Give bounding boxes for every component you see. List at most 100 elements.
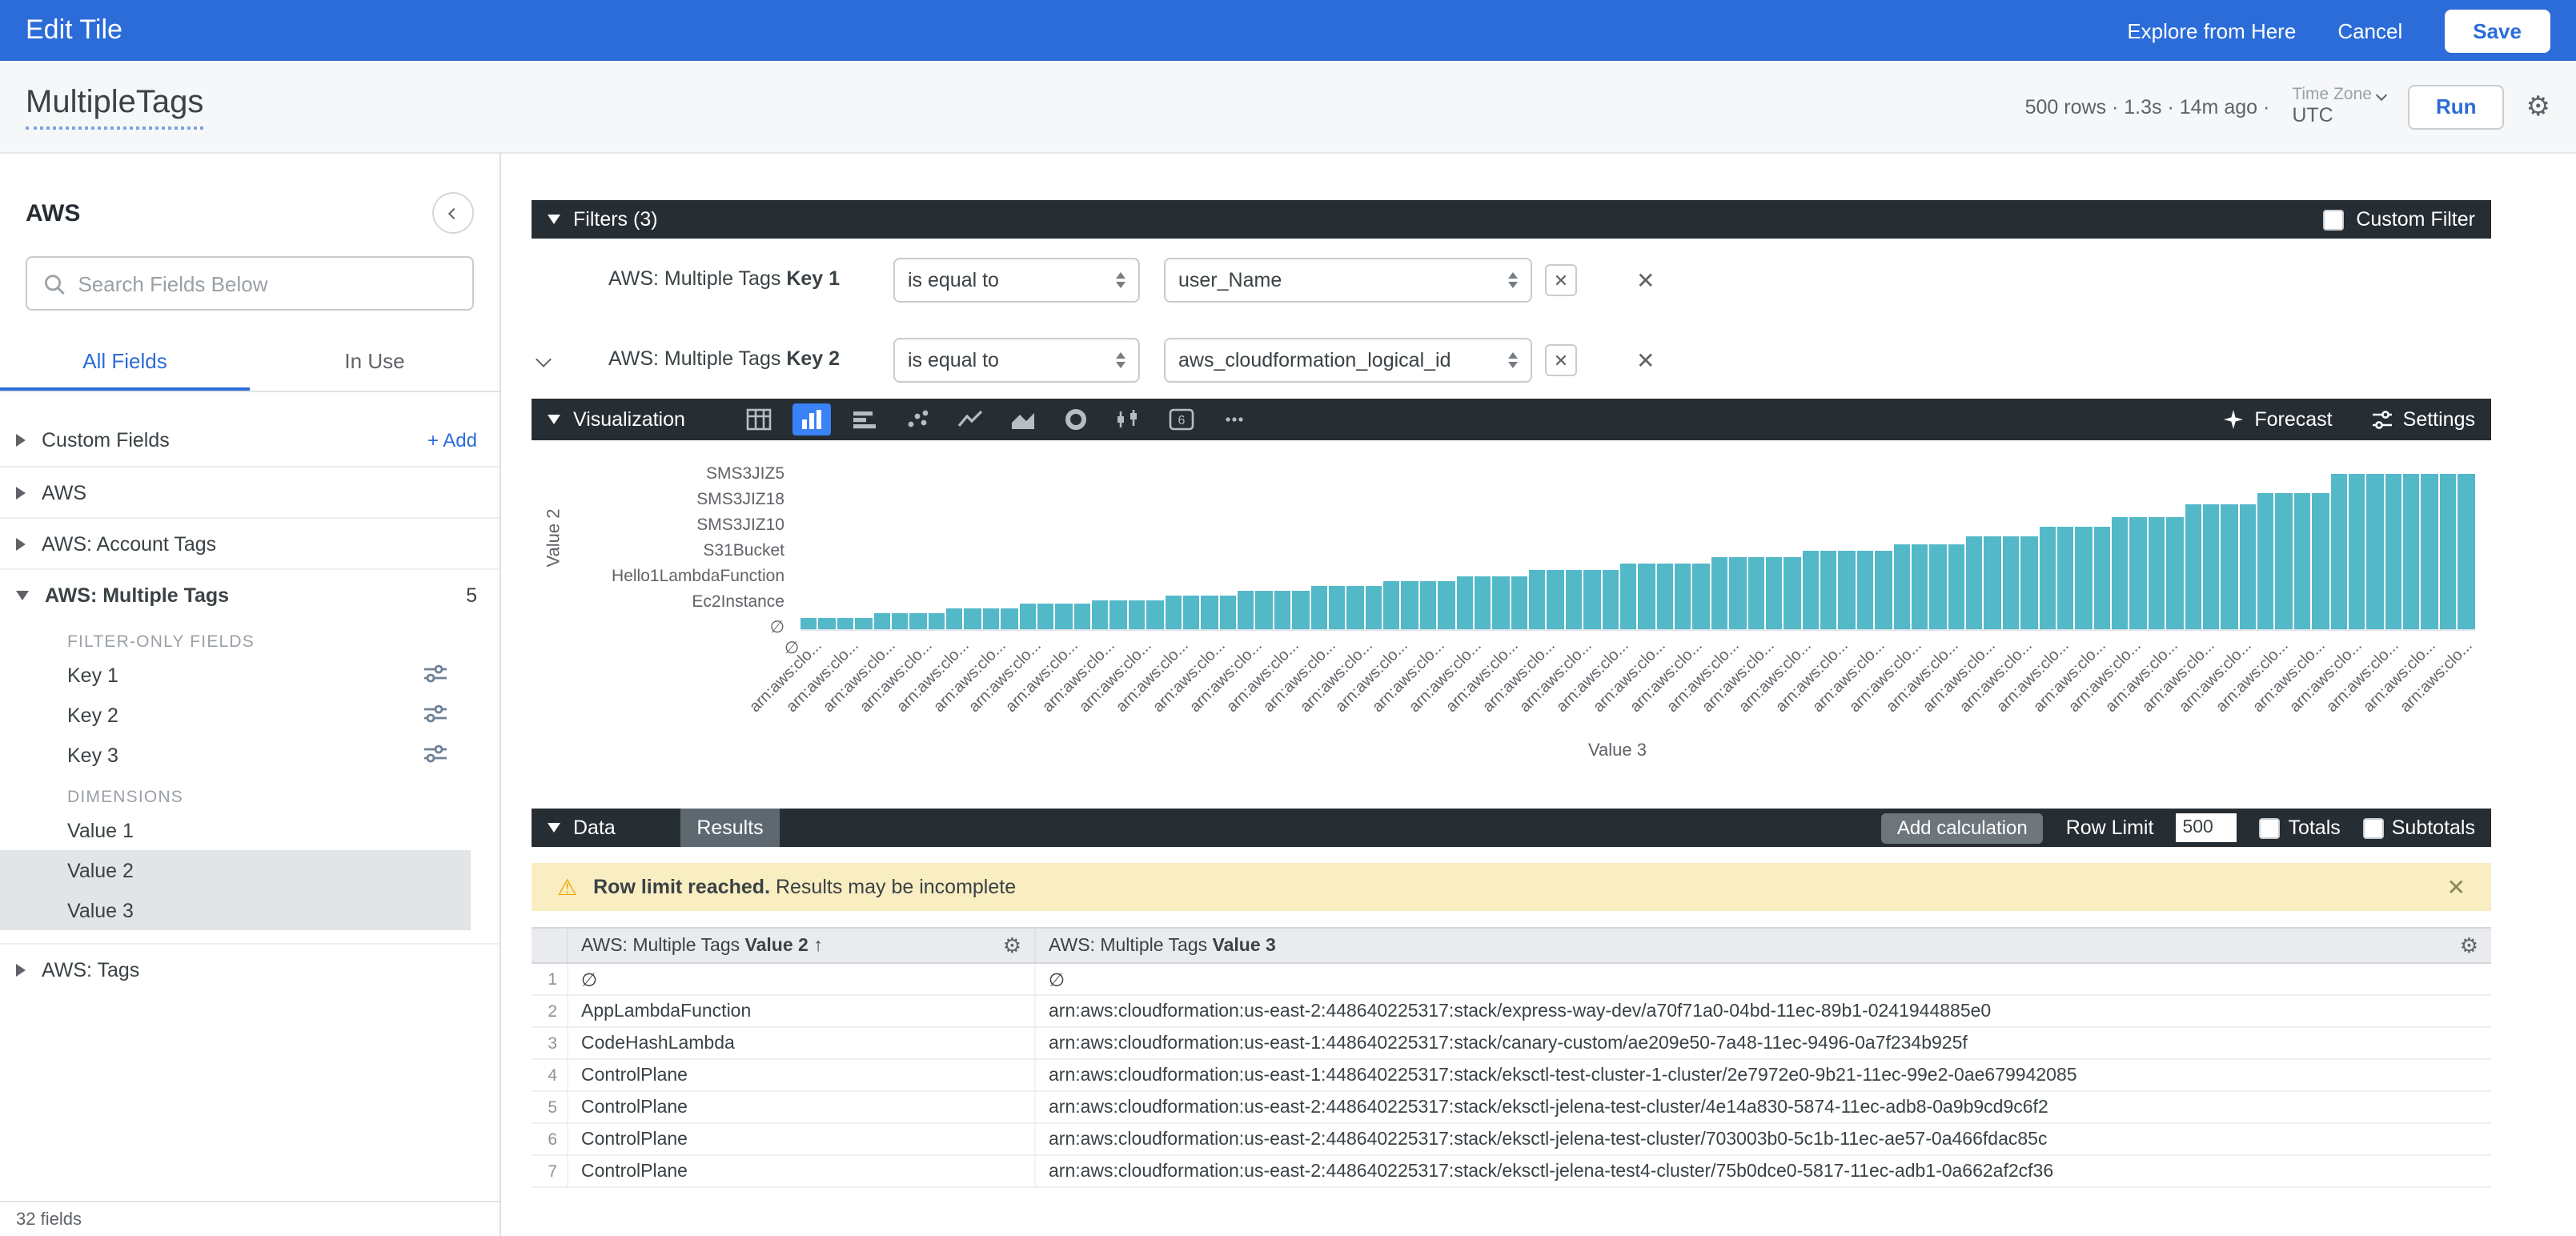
chart-bar[interactable]: [2312, 493, 2329, 629]
chart-bar[interactable]: [1183, 596, 1200, 629]
chart-bar[interactable]: [1839, 551, 1856, 629]
filter-operator-select[interactable]: is equal to: [893, 338, 1140, 383]
search-input[interactable]: [78, 271, 456, 295]
chart-bar[interactable]: [1129, 600, 1146, 629]
chart-bar[interactable]: [2020, 536, 2037, 629]
chart-bar[interactable]: [1747, 557, 1764, 629]
chart-bar[interactable]: [1675, 564, 1691, 629]
chart-bar[interactable]: [1620, 564, 1637, 629]
data-section-header[interactable]: Data Results Add calculation Row Limit T…: [532, 809, 2491, 847]
totals-checkbox[interactable]: [2259, 817, 2280, 838]
chart-bar[interactable]: [2039, 527, 2056, 629]
column-chart-icon[interactable]: [792, 403, 831, 435]
chart-bar[interactable]: [1037, 604, 1054, 629]
chart-bar[interactable]: [965, 608, 981, 629]
sidebar-item-custom-fields[interactable]: Custom Fields + Add: [0, 415, 500, 466]
chart-bar[interactable]: [1073, 604, 1090, 629]
column-header-value3[interactable]: AWS: Multiple Tags Value 3 ⚙: [1034, 929, 2491, 962]
chart-bar[interactable]: [2203, 504, 2220, 629]
more-viz-icon[interactable]: [1215, 403, 1254, 435]
chart-bar[interactable]: [2276, 493, 2293, 629]
subtotals-checkbox[interactable]: [2363, 817, 2384, 838]
chart-bar[interactable]: [2294, 493, 2311, 629]
chart-bar[interactable]: [1475, 576, 1491, 629]
chart-bar[interactable]: [2149, 517, 2165, 629]
chart-bar[interactable]: [1583, 570, 1600, 629]
field-value-2[interactable]: Value 2: [0, 850, 471, 890]
chart-bar[interactable]: [1820, 551, 1837, 629]
field-search[interactable]: [26, 256, 474, 311]
chart-bar[interactable]: [1711, 557, 1728, 629]
column-header-value2[interactable]: AWS: Multiple Tags Value 2 ↑ ⚙: [567, 929, 1034, 962]
totals-toggle[interactable]: Totals: [2259, 817, 2340, 839]
filter-value-select[interactable]: user_Name: [1164, 258, 1532, 303]
chart-bar[interactable]: [1202, 596, 1218, 629]
chart-bar[interactable]: [800, 618, 817, 629]
collapse-filters-icon[interactable]: [548, 215, 560, 224]
collapse-sidebar-button[interactable]: [432, 192, 474, 234]
chart-bar[interactable]: [2185, 504, 2201, 629]
cell-value3[interactable]: arn:aws:cloudformation:us-east-2:4486402…: [1034, 1156, 2491, 1186]
chart-bar[interactable]: [1766, 557, 1783, 629]
dismiss-warning-button[interactable]: ✕: [2447, 873, 2466, 901]
cell-value3[interactable]: arn:aws:cloudformation:us-east-2:4486402…: [1034, 996, 2491, 1026]
chart-bar[interactable]: [2166, 517, 2183, 629]
forecast-button[interactable]: Forecast: [2222, 408, 2332, 431]
chart-bar[interactable]: [910, 613, 927, 629]
chart-bar[interactable]: [1219, 596, 1236, 629]
chart-bar[interactable]: [2458, 474, 2474, 629]
query-title[interactable]: MultipleTags: [26, 84, 203, 129]
chart-bar[interactable]: [2093, 527, 2110, 629]
sidebar-item-aws-multiple-tags[interactable]: AWS: Multiple Tags 5: [0, 568, 500, 620]
collapse-data-icon[interactable]: [548, 823, 560, 833]
cell-value2[interactable]: ∅: [567, 964, 1034, 994]
chart-bar[interactable]: [1274, 591, 1291, 629]
chart-bar[interactable]: [2057, 527, 2074, 629]
chart-bar[interactable]: [2076, 527, 2092, 629]
chart-bar[interactable]: [2422, 474, 2438, 629]
chart-bar[interactable]: [2385, 474, 2401, 629]
chart-bar[interactable]: [2349, 474, 2365, 629]
cell-value3[interactable]: arn:aws:cloudformation:us-east-1:4486402…: [1034, 1028, 2491, 1058]
collapse-visualization-icon[interactable]: [548, 415, 560, 424]
sidebar-item-aws-tags[interactable]: AWS: Tags: [0, 943, 500, 994]
chart-bar[interactable]: [1729, 557, 1746, 629]
chart-bar[interactable]: [2367, 474, 2384, 629]
chart-bar[interactable]: [1146, 600, 1163, 629]
chart-bar[interactable]: [2130, 517, 2147, 629]
chart-bar[interactable]: [1784, 557, 1801, 629]
chart-bar[interactable]: [983, 608, 1000, 629]
field-value-1[interactable]: Value 1: [0, 810, 471, 850]
expand-filter-icon[interactable]: [536, 351, 552, 367]
chart-bar[interactable]: [1329, 586, 1346, 629]
cell-value2[interactable]: ControlPlane: [567, 1124, 1034, 1154]
filter-operator-select[interactable]: is equal to: [893, 258, 1140, 303]
chart-bar[interactable]: [2112, 517, 2129, 629]
chart-bar[interactable]: [1802, 551, 1819, 629]
area-chart-icon[interactable]: [1004, 403, 1042, 435]
remove-filter-button[interactable]: ✕: [1636, 347, 1655, 375]
chart-bar[interactable]: [1347, 586, 1364, 629]
column-gear-icon[interactable]: ⚙: [1003, 933, 1021, 958]
field-value-3[interactable]: Value 3: [0, 890, 471, 930]
chart-bar[interactable]: [1639, 564, 1655, 629]
remove-filter-value-button[interactable]: ✕: [1545, 264, 1577, 296]
filter-field-icon[interactable]: [423, 702, 448, 728]
chart-bar[interactable]: [1493, 576, 1510, 629]
sidebar-item-aws[interactable]: AWS: [0, 466, 500, 517]
chart-bar[interactable]: [1238, 591, 1254, 629]
tab-all-fields[interactable]: All Fields: [0, 336, 250, 391]
subtotals-toggle[interactable]: Subtotals: [2363, 817, 2475, 839]
chart-bar[interactable]: [1456, 576, 1473, 629]
custom-filter-checkbox[interactable]: [2322, 209, 2343, 230]
tab-results[interactable]: Results: [680, 809, 780, 847]
chart-bar[interactable]: [1984, 536, 2001, 629]
explore-from-here-link[interactable]: Explore from Here: [2127, 18, 2296, 42]
line-chart-icon[interactable]: [951, 403, 989, 435]
add-calculation-button[interactable]: Add calculation: [1881, 813, 2044, 843]
field-key-2[interactable]: Key 2: [0, 695, 471, 735]
table-chart-icon[interactable]: [740, 403, 778, 435]
chart-bar[interactable]: [2403, 474, 2420, 629]
chart-bar[interactable]: [946, 608, 963, 629]
filter-field-icon[interactable]: [423, 662, 448, 688]
